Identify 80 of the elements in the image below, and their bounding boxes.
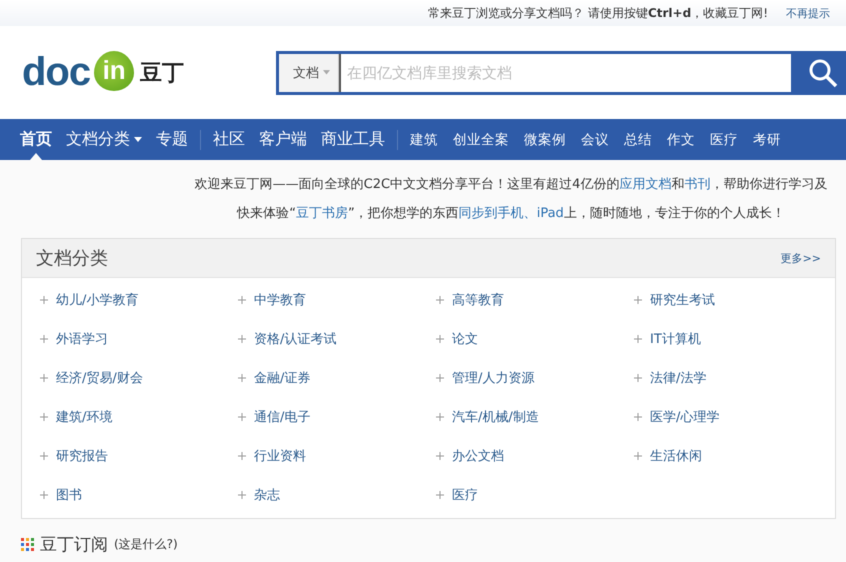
category-link[interactable]: 图书 xyxy=(40,486,238,504)
plus-icon xyxy=(436,452,444,460)
welcome-text: 快来体验“豆丁书房”，把你想学的东西同步到手机、iPad上，随时随地，专注于你的个人成长！ xyxy=(237,205,785,223)
category-link[interactable]: 经济/贸易/财会 xyxy=(40,368,238,386)
plus-icon xyxy=(436,374,444,382)
category-link[interactable]: IT计算机 xyxy=(634,330,832,348)
search-box[interactable]: 文档 在四亿文档库里搜索文档 xyxy=(276,50,794,94)
nav-tab[interactable]: 作文 xyxy=(667,119,695,160)
category-link[interactable]: 研究报告 xyxy=(40,446,238,464)
nav-tab[interactable]: 会议 xyxy=(581,119,609,160)
plus-icon xyxy=(436,412,444,420)
plus-icon xyxy=(634,412,642,420)
plus-icon xyxy=(40,412,48,420)
category-link[interactable]: 论文 xyxy=(436,330,634,348)
nav-tab[interactable]: 总结 xyxy=(624,119,652,160)
welcome-text: 欢迎来豆丁网——面向全球的C2C中文文档分享平台！这里有超过4亿份的应用文档和书刊，帮助你进行学习及 xyxy=(194,176,828,194)
more-link[interactable]: 更多>> xyxy=(780,250,821,266)
plus-icon xyxy=(40,374,48,382)
nav-tab[interactable]: 首页 xyxy=(20,119,52,160)
plus-icon xyxy=(634,374,642,382)
nav-tab[interactable]: 微案例 xyxy=(524,119,566,160)
nav-tab[interactable]: 客户端 xyxy=(259,119,307,160)
scope-dropdown[interactable]: 文档 xyxy=(279,54,340,92)
category-link[interactable]: 高等教育 xyxy=(436,290,634,308)
plus-icon xyxy=(40,452,48,460)
plus-icon xyxy=(436,490,444,498)
panel-title: 文档分类 xyxy=(36,247,108,270)
category-link[interactable]: 行业资料 xyxy=(238,446,436,464)
nav-tab[interactable]: 考研 xyxy=(753,119,781,160)
dot-grid-icon xyxy=(21,538,34,551)
section-title: 豆丁订阅 xyxy=(40,534,108,556)
category-link[interactable]: 法律/法学 xyxy=(634,368,832,386)
category-link[interactable]: 幼儿/小学教育 xyxy=(40,290,238,308)
plus-icon xyxy=(238,412,246,420)
bookmark-hint: 常来豆丁浏览或分享文档吗？ 请使用按键Ctrl+d，收藏豆丁网! xyxy=(428,4,768,22)
logo-wordmark[interactable]: doc xyxy=(22,50,90,95)
plus-icon xyxy=(238,374,246,382)
category-link[interactable]: 通信/电子 xyxy=(238,408,436,426)
plus-icon xyxy=(634,452,642,460)
category-link[interactable]: 医疗 xyxy=(436,486,634,504)
plus-icon xyxy=(436,296,444,304)
nav-tab[interactable]: 文档分类 xyxy=(66,119,142,160)
nav-tab[interactable]: 医疗 xyxy=(710,119,738,160)
plus-icon xyxy=(238,296,246,304)
nav-tab[interactable]: 专题 xyxy=(156,119,188,160)
category-link[interactable]: 医学/心理学 xyxy=(634,408,832,426)
dismiss-link[interactable]: 不再提示 xyxy=(786,6,830,20)
plus-icon xyxy=(436,334,444,342)
plus-icon xyxy=(238,452,246,460)
plus-icon xyxy=(40,490,48,498)
search-button[interactable] xyxy=(794,50,846,94)
plus-icon xyxy=(40,334,48,342)
nav-tab[interactable]: 商业工具 xyxy=(321,119,385,160)
plus-icon xyxy=(634,334,642,342)
search-icon xyxy=(808,58,838,88)
plus-icon xyxy=(40,296,48,304)
plus-icon xyxy=(634,296,642,304)
welcome-link[interactable]: 同步到手机、iPad xyxy=(458,206,564,221)
category-link[interactable]: 研究生考试 xyxy=(634,290,832,308)
welcome-link[interactable]: 豆丁书房 xyxy=(296,206,348,221)
nav-tab[interactable]: 社区 xyxy=(213,119,245,160)
welcome-link[interactable]: 应用文档 xyxy=(619,177,672,192)
category-link[interactable]: 外语学习 xyxy=(40,330,238,348)
nav-tab[interactable]: 建筑 xyxy=(410,119,438,160)
help-link[interactable]: (这是什么?) xyxy=(114,536,178,553)
category-link[interactable]: 办公文档 xyxy=(436,446,634,464)
category-link[interactable]: 管理/人力资源 xyxy=(436,368,634,386)
nav-tab[interactable]: 创业全案 xyxy=(453,119,509,160)
welcome-link[interactable]: 书刊 xyxy=(684,177,710,192)
category-link[interactable]: 汽车/机械/制造 xyxy=(436,408,634,426)
category-link[interactable]: 生活休闲 xyxy=(634,446,832,464)
logo-chinese-name[interactable]: 豆丁 xyxy=(140,58,184,88)
category-link[interactable]: 中学教育 xyxy=(238,290,436,308)
category-link[interactable]: 建筑/环境 xyxy=(40,408,238,426)
category-link[interactable]: 资格/认证考试 xyxy=(238,330,436,348)
plus-icon xyxy=(238,334,246,342)
category-link[interactable]: 金融/证券 xyxy=(238,368,436,386)
caret-icon xyxy=(323,70,330,75)
category-link[interactable]: 杂志 xyxy=(238,486,436,504)
plus-icon xyxy=(238,490,246,498)
